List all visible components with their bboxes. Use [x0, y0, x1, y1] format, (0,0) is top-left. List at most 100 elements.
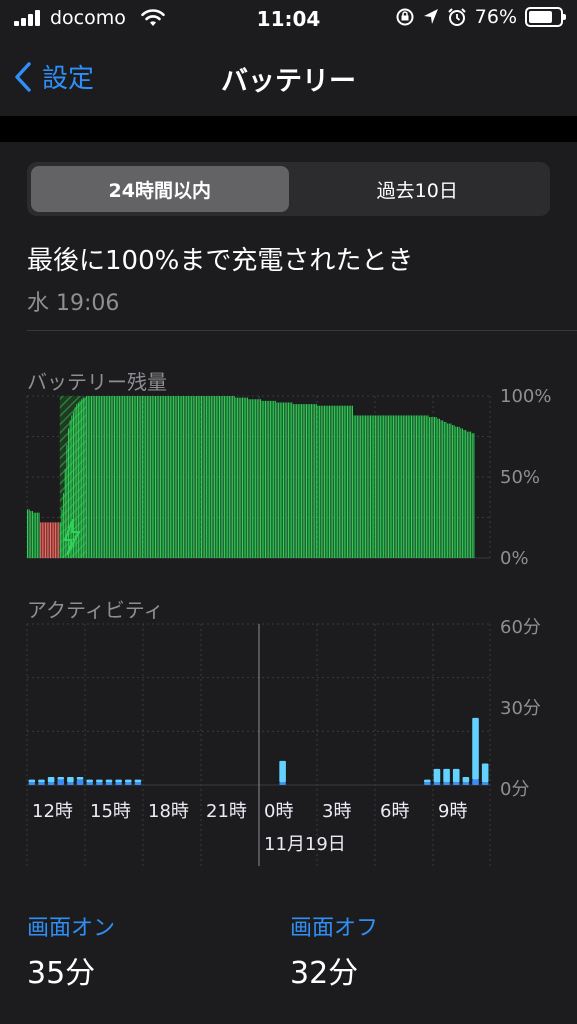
- battery-bar: [30, 511, 32, 558]
- battery-bar: [301, 404, 303, 558]
- battery-bar: [399, 415, 401, 558]
- battery-bar: [217, 396, 219, 558]
- battery-bar: [273, 400, 275, 558]
- screen-on-bar: [462, 782, 470, 785]
- battery-bar: [424, 415, 426, 558]
- screen-on-label: 画面オン: [27, 916, 116, 941]
- screen-off-bar: [472, 717, 479, 780]
- battery-bar: [289, 402, 291, 558]
- battery-bar: [373, 415, 375, 558]
- screen-on-bar: [279, 782, 286, 785]
- battery-bar: [253, 399, 255, 558]
- battery-bar: [310, 404, 312, 558]
- battery-bar: [54, 522, 56, 558]
- battery-bar: [49, 522, 52, 558]
- screen-off-bar: [125, 779, 132, 783]
- battery-bar: [283, 402, 285, 558]
- battery-bar: [146, 396, 148, 558]
- segment-10-days[interactable]: 過去10日: [289, 166, 547, 212]
- battery-bar: [125, 396, 127, 558]
- battery-bar: [305, 404, 308, 558]
- battery-bar: [363, 415, 365, 558]
- battery-bar: [197, 396, 199, 558]
- battery-bar: [433, 417, 436, 558]
- screen-off-bar: [424, 779, 431, 783]
- battery-bar: [374, 415, 376, 558]
- battery-bar: [113, 396, 116, 558]
- battery-bar: [417, 415, 419, 558]
- battery-bar: [470, 431, 472, 558]
- activity-title: アクティビティ: [27, 598, 164, 622]
- battery-bar: [248, 399, 250, 558]
- battery-bar: [401, 415, 403, 558]
- battery-bar: [402, 415, 404, 558]
- time-label: 21時: [206, 801, 247, 822]
- screen-off-bar: [452, 768, 460, 783]
- screen-off-bar: [47, 776, 55, 783]
- battery-bar: [335, 405, 337, 558]
- battery-bar: [384, 415, 386, 558]
- battery-bar: [72, 412, 74, 558]
- screen-off-bar: [38, 779, 45, 783]
- battery-bar: [397, 415, 399, 558]
- battery-bar: [245, 397, 247, 558]
- battery-bar: [33, 512, 35, 558]
- battery-bar: [256, 399, 258, 558]
- battery-bar: [443, 421, 445, 558]
- battery-bar: [297, 404, 299, 558]
- battery-bar: [415, 415, 417, 558]
- battery-bar: [378, 415, 380, 558]
- battery-bar: [58, 522, 60, 558]
- battery-bar: [235, 397, 237, 558]
- segment-24-hours[interactable]: 24時間以内: [31, 166, 289, 212]
- battery-bar: [112, 396, 114, 558]
- battery-percent: 76%: [474, 6, 517, 28]
- battery-bar: [191, 396, 193, 558]
- battery-bar: [56, 522, 58, 558]
- battery-bar: [302, 404, 304, 558]
- battery-bar: [168, 396, 170, 558]
- screen-on-bar: [76, 779, 84, 785]
- battery-bar: [95, 396, 97, 558]
- battery-bar: [407, 415, 409, 558]
- battery-bar: [84, 397, 86, 558]
- battery-bar: [225, 396, 227, 558]
- screen-off-bar: [443, 768, 450, 783]
- battery-tick-label: 100%: [500, 386, 552, 407]
- battery-bar: [163, 396, 165, 558]
- battery-bar: [102, 396, 104, 558]
- battery-bar: [471, 433, 473, 558]
- battery-bar: [383, 415, 385, 558]
- battery-bar: [360, 415, 362, 558]
- battery-bar: [45, 522, 47, 558]
- screen-off-bar: [76, 776, 84, 780]
- date-label: 11月19日: [264, 834, 346, 855]
- battery-bar: [333, 405, 335, 558]
- battery-bar: [166, 396, 168, 558]
- battery-bar: [92, 396, 94, 558]
- battery-bar: [406, 415, 408, 558]
- battery-bar: [241, 397, 244, 558]
- battery-bar: [220, 396, 222, 558]
- battery-bar: [200, 396, 202, 558]
- battery-bar: [110, 396, 112, 558]
- battery-tick-label: 0%: [500, 548, 529, 569]
- battery-bar: [35, 512, 37, 558]
- battery-bar: [299, 404, 301, 558]
- screen-off-value: 32分: [290, 956, 359, 991]
- battery-bar: [182, 396, 184, 558]
- battery-bar: [87, 396, 89, 558]
- battery-bar: [28, 509, 30, 558]
- battery-bar: [278, 402, 280, 558]
- battery-bar: [269, 400, 271, 558]
- screen-off-bar: [462, 776, 470, 783]
- time-label: 18時: [148, 801, 189, 822]
- battery-bar: [368, 415, 370, 558]
- battery-bar: [320, 405, 322, 558]
- battery-bar: [74, 407, 76, 558]
- battery-bar: [212, 396, 214, 558]
- battery-bar: [99, 396, 101, 558]
- battery-bar: [294, 404, 296, 558]
- screen-on-value: 35分: [27, 956, 96, 991]
- battery-bar: [343, 405, 345, 558]
